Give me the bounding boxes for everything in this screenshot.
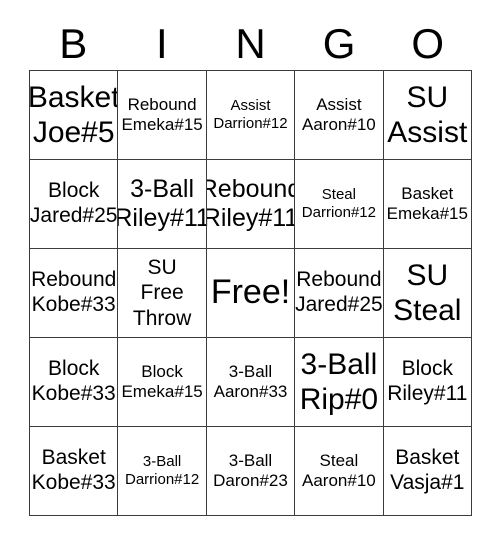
bingo-header-letter-n: N xyxy=(235,20,266,67)
bingo-cell-line: 3-Ball xyxy=(228,362,273,382)
bingo-cell-line: Kobe#33 xyxy=(31,471,116,494)
bingo-cell-line: SU xyxy=(147,255,177,279)
bingo-cell-r5-c5[interactable]: Basket Vasja#1 xyxy=(383,427,472,516)
bingo-cell-line: Assist xyxy=(230,97,271,115)
bingo-cell-line: Throw xyxy=(132,306,192,330)
bingo-cell-line: SU xyxy=(406,258,449,292)
bingo-cell-r2-c5[interactable]: Basket Emeka#15 xyxy=(383,160,472,249)
bingo-cell-line: Daron#23 xyxy=(213,471,288,490)
bingo-cell-r1-c3[interactable]: Assist Darrion#12 xyxy=(206,71,296,160)
bingo-cell-r4-c2[interactable]: Block Emeka#15 xyxy=(118,338,207,427)
bingo-cell-line: Steal xyxy=(319,451,359,471)
bingo-cell-line: Riley#11 xyxy=(387,382,468,405)
bingo-cell-line: Basket xyxy=(30,80,119,114)
bingo-cell-line: Jared#25 xyxy=(30,204,118,227)
bingo-cell-line: Steal xyxy=(321,186,356,204)
bingo-cell-r1-c1[interactable]: Basket Joe#5 xyxy=(30,71,119,160)
bingo-cell-line: Emeka#15 xyxy=(121,115,203,134)
bingo-cell-line: Riley#11 xyxy=(118,204,207,232)
bingo-cell-line: Rebound xyxy=(296,268,382,292)
bingo-header-row: BINGO xyxy=(29,18,472,70)
bingo-cell-r5-c1[interactable]: Basket Kobe#33 xyxy=(30,427,119,516)
bingo-cell-r3-c2[interactable]: SU Free Throw xyxy=(118,249,207,338)
bingo-cell-line: Basket xyxy=(401,184,454,204)
bingo-header-letter-i: I xyxy=(156,20,168,67)
bingo-header-letter-b: B xyxy=(59,20,88,67)
bingo-cell-line: Block xyxy=(48,179,100,203)
bingo-cell-line: Steal xyxy=(393,294,462,327)
bingo-cell-line: Aaron#10 xyxy=(302,471,376,490)
bingo-cell-line: Basket xyxy=(41,446,106,470)
bingo-cell-line: Darrion#12 xyxy=(124,471,200,488)
bingo-cell-line: Joe#5 xyxy=(32,116,115,149)
bingo-cell-r2-c1[interactable]: Block Jared#25 xyxy=(30,160,119,249)
bingo-header-letter-g: G xyxy=(322,20,356,67)
bingo-cell-r1-c4[interactable]: Assist Aaron#10 xyxy=(295,71,384,160)
bingo-cell-r2-c3[interactable]: ReboundRiley#11 xyxy=(206,160,296,249)
bingo-cell-line: Block xyxy=(401,357,453,381)
bingo-cell-r2-c2[interactable]: 3-Ball Riley#11 xyxy=(118,160,207,249)
bingo-cell-line: Darrion#12 xyxy=(301,204,376,221)
bingo-cell-r4-c3[interactable]: 3-Ball Aaron#33 xyxy=(206,338,296,427)
bingo-cell-r1-c5[interactable]: SU Assist xyxy=(383,71,472,160)
bingo-cell-line: Rebound xyxy=(207,174,294,203)
bingo-cell-line: Kobe#33 xyxy=(31,293,116,316)
bingo-cell-line: Block xyxy=(141,362,183,382)
bingo-cell-r1-c2[interactable]: Rebound Emeka#15 xyxy=(118,71,207,160)
bingo-cell-line: Jared#25 xyxy=(295,293,383,316)
bingo-cell-line: 3-Ball xyxy=(228,451,273,471)
bingo-cell-line: 3-Ball xyxy=(300,347,378,381)
bingo-cell-r3-c1[interactable]: Rebound Kobe#33 xyxy=(30,249,119,338)
bingo-cell-line: Rebound xyxy=(127,95,197,115)
bingo-cell-r5-c2[interactable]: 3-Ball Darrion#12 xyxy=(118,427,207,516)
bingo-cell-line: Assist xyxy=(316,95,362,115)
bingo-cell-line: Emeka#15 xyxy=(386,204,468,223)
bingo-cell-line: Kobe#33 xyxy=(31,382,116,405)
bingo-cell-line: Rebound xyxy=(31,268,117,292)
bingo-cell-line: Block xyxy=(48,357,100,381)
bingo-cell-line: Emeka#15 xyxy=(121,382,203,401)
bingo-cell-line: Aaron#10 xyxy=(302,115,376,134)
bingo-card: BINGO Basket Joe#5 Rebound Emeka#15 Assist Da… xyxy=(0,0,500,544)
bingo-free-space[interactable]: Free! xyxy=(206,249,296,338)
bingo-cell-line: 3-Ball xyxy=(142,453,182,471)
bingo-cell-r4-c4[interactable]: 3-Ball Rip#0 xyxy=(295,338,384,427)
bingo-cell-r2-c4[interactable]: Steal Darrion#12 xyxy=(295,160,384,249)
bingo-cell-line: Vasja#1 xyxy=(390,471,465,494)
bingo-cell-r4-c1[interactable]: Block Kobe#33 xyxy=(30,338,119,427)
bingo-cell-line: Free xyxy=(140,281,184,305)
bingo-cell-line: Darrion#12 xyxy=(213,115,288,132)
bingo-cell-r4-c5[interactable]: Block Riley#11 xyxy=(383,338,472,427)
bingo-cell-line: Rip#0 xyxy=(299,383,379,416)
bingo-cell-line: Assist xyxy=(387,116,468,149)
bingo-cell-r3-c5[interactable]: SU Steal xyxy=(383,249,472,338)
bingo-cell-r5-c3[interactable]: 3-Ball Daron#23 xyxy=(206,427,296,516)
bingo-cell-line: Free! xyxy=(210,273,291,312)
bingo-grid: Basket Joe#5 Rebound Emeka#15 Assist Darrion#… xyxy=(29,70,472,516)
bingo-cell-line: 3-Ball xyxy=(130,174,195,203)
bingo-cell-line: SU xyxy=(406,80,449,114)
bingo-cell-r5-c4[interactable]: Steal Aaron#10 xyxy=(295,427,384,516)
bingo-cell-line: Riley#11 xyxy=(206,204,296,232)
bingo-cell-r3-c4[interactable]: Rebound Jared#25 xyxy=(295,249,384,338)
bingo-cell-line: Aaron#33 xyxy=(213,382,288,401)
bingo-header-letter-o: O xyxy=(411,20,444,67)
bingo-cell-line: Basket xyxy=(395,446,460,470)
